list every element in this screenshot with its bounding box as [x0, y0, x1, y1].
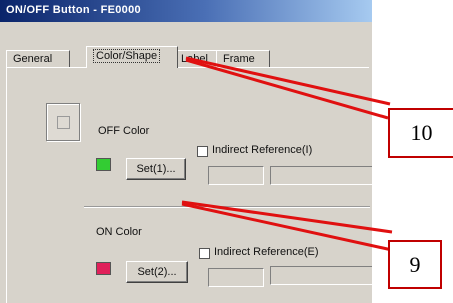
off-color-set-button[interactable]: Set(1)... [126, 158, 186, 180]
off-color-set-label: Set(1)... [136, 163, 176, 175]
tab-color-shape-label: Color/Shape [93, 49, 161, 63]
window-title: ON/OFF Button - FE0000 [6, 4, 141, 16]
on-reference-input[interactable] [270, 266, 372, 285]
on-indirect-checkbox[interactable] [199, 248, 210, 259]
title-bar: ON/OFF Button - FE0000 [0, 0, 372, 22]
on-reference-device [208, 268, 264, 287]
on-color-set-label: Set(2)... [137, 266, 177, 278]
tab-label-label: Label [181, 53, 208, 65]
off-color-label: OFF Color [98, 125, 150, 137]
tab-general[interactable]: General [6, 50, 70, 68]
tab-general-label: General [13, 53, 53, 65]
on-color-swatch [96, 262, 111, 275]
callout-10-text: 10 [410, 120, 433, 145]
properties-dialog: ON/OFF Button - FE0000 General Color/Sha… [0, 0, 372, 303]
on-color-set-button[interactable]: Set(2)... [126, 261, 188, 283]
on-color-label: ON Color [96, 226, 142, 238]
off-reference-device [208, 166, 264, 185]
tab-frame[interactable]: Frame [216, 50, 270, 68]
section-divider [84, 206, 370, 208]
off-indirect-label: Indirect Reference(I) [212, 144, 313, 156]
on-indirect-label: Indirect Reference(E) [214, 246, 319, 258]
callout-9: 9 [388, 240, 442, 289]
off-color-swatch [96, 158, 111, 171]
shape-preview-inner [57, 116, 70, 129]
callout-9-text: 9 [409, 252, 421, 277]
off-reference-input[interactable] [270, 166, 372, 185]
tab-color-shape[interactable]: Color/Shape [86, 46, 178, 68]
shape-preview [46, 103, 80, 141]
tab-label[interactable]: Label [174, 50, 218, 68]
callout-10: 10 [388, 108, 453, 158]
tab-frame-label: Frame [223, 53, 255, 65]
off-indirect-checkbox[interactable] [197, 146, 208, 157]
